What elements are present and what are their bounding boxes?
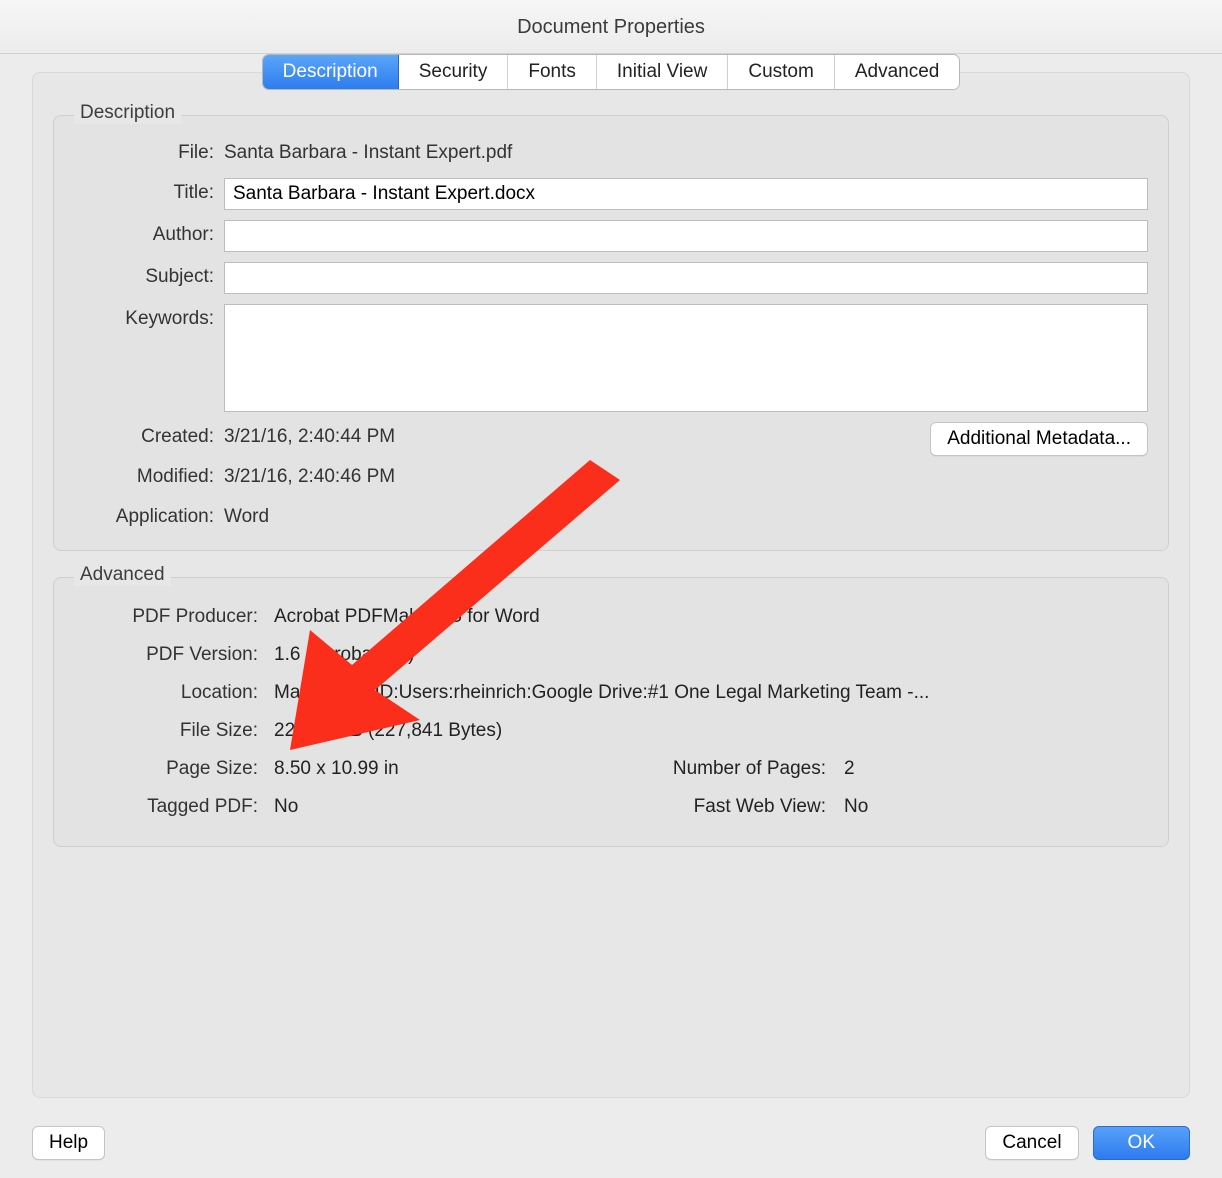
window-title: Document Properties <box>0 0 1222 54</box>
subject-input[interactable] <box>224 262 1148 294</box>
producer-label: PDF Producer: <box>74 600 274 634</box>
tab-fonts[interactable]: Fonts <box>508 55 597 89</box>
file-label: File: <box>74 138 224 168</box>
filesize-label: File Size: <box>74 714 274 748</box>
version-value: 1.6 (Acrobat 7.x) <box>274 638 1148 672</box>
tab-advanced[interactable]: Advanced <box>835 55 960 89</box>
modified-value: 3/21/16, 2:40:46 PM <box>224 462 1148 492</box>
location-value: Macintosh HD:Users:rheinrich:Google Driv… <box>274 676 1148 710</box>
location-label: Location: <box>74 676 274 710</box>
tagged-label: Tagged PDF: <box>74 790 274 824</box>
keywords-input[interactable] <box>224 304 1148 412</box>
application-label: Application: <box>74 502 224 532</box>
filesize-value: 222.50 KB (227,841 Bytes) <box>274 714 1148 748</box>
pagesize-value: 8.50 x 10.99 in <box>274 752 584 786</box>
pagesize-label: Page Size: <box>74 752 274 786</box>
tabs-bar: Description Security Fonts Initial View … <box>0 54 1222 90</box>
help-button[interactable]: Help <box>32 1126 105 1160</box>
title-input[interactable] <box>224 178 1148 210</box>
file-value: Santa Barbara - Instant Expert.pdf <box>224 138 1148 168</box>
version-label: PDF Version: <box>74 638 274 672</box>
ok-button[interactable]: OK <box>1093 1126 1190 1160</box>
created-label: Created: <box>74 422 224 452</box>
numpages-label: Number of Pages: <box>584 752 844 786</box>
tab-security[interactable]: Security <box>399 55 509 89</box>
tab-description[interactable]: Description <box>263 55 399 89</box>
cancel-button[interactable]: Cancel <box>985 1126 1078 1160</box>
modified-label: Modified: <box>74 462 224 492</box>
tagged-value: No <box>274 790 584 824</box>
title-label: Title: <box>74 178 224 208</box>
tab-initial-view[interactable]: Initial View <box>597 55 728 89</box>
description-group-title: Description <box>74 102 181 124</box>
producer-value: Acrobat PDFMaker 15 for Word <box>274 600 1148 634</box>
additional-metadata-button[interactable]: Additional Metadata... <box>930 422 1148 456</box>
author-label: Author: <box>74 220 224 250</box>
description-group: Description File: Santa Barbara - Instan… <box>53 115 1169 551</box>
dialog-footer: Help Cancel OK <box>0 1108 1222 1178</box>
keywords-label: Keywords: <box>74 304 224 334</box>
tab-custom[interactable]: Custom <box>728 55 834 89</box>
fastweb-label: Fast Web View: <box>584 790 844 824</box>
author-input[interactable] <box>224 220 1148 252</box>
subject-label: Subject: <box>74 262 224 292</box>
advanced-group: Advanced PDF Producer: Acrobat PDFMaker … <box>53 577 1169 847</box>
numpages-value: 2 <box>844 752 924 786</box>
application-value: Word <box>224 502 1148 532</box>
main-panel: Description File: Santa Barbara - Instan… <box>32 72 1190 1098</box>
fastweb-value: No <box>844 790 924 824</box>
advanced-group-title: Advanced <box>74 564 171 586</box>
